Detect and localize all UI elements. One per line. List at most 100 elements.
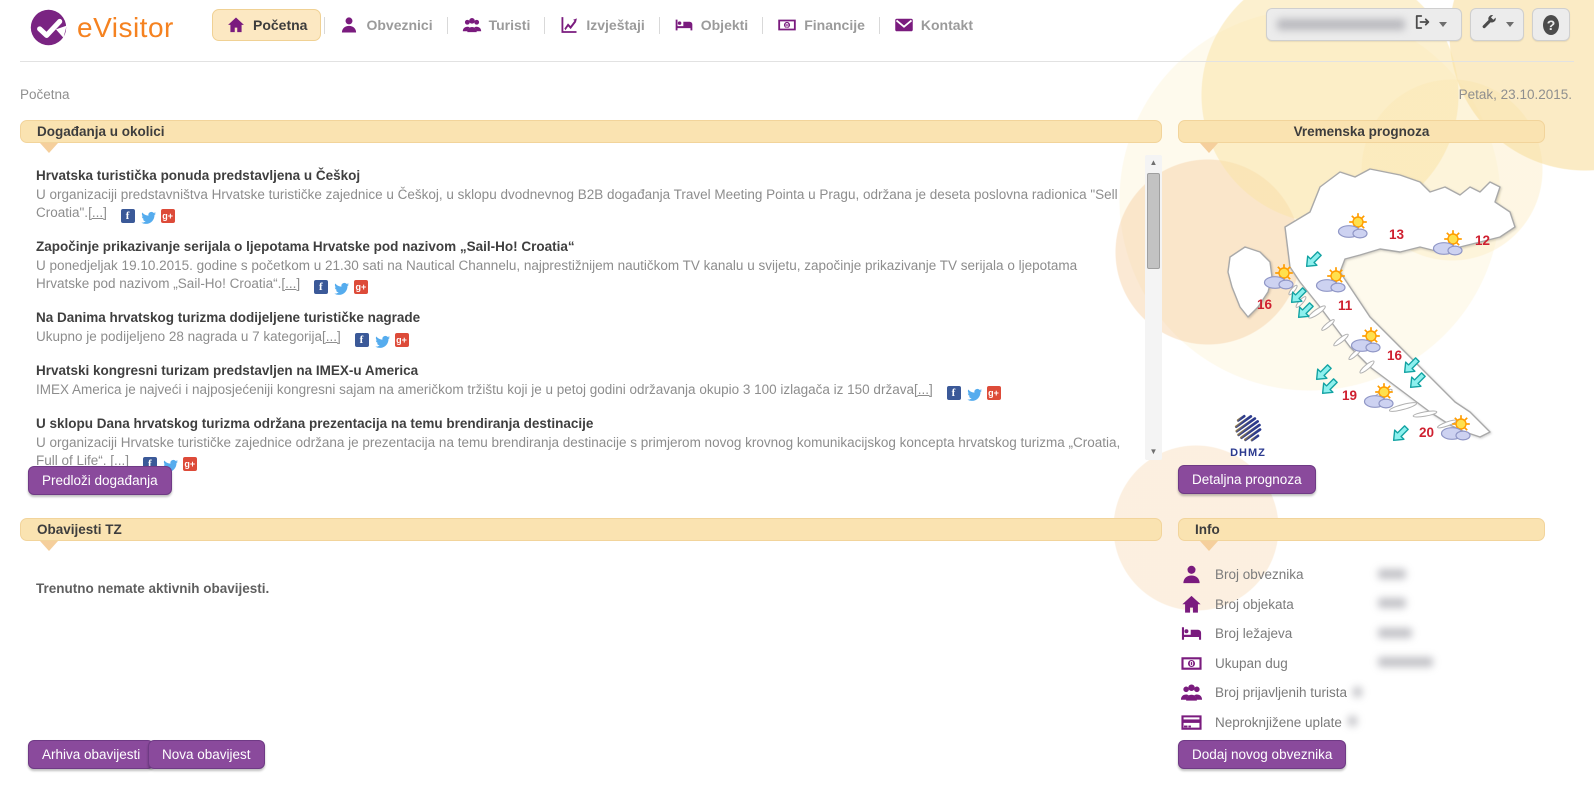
nav-item-kontakt[interactable]: Kontakt xyxy=(883,9,984,41)
nav-item-label: Turisti xyxy=(489,17,531,33)
nav-item-label: Izvještaji xyxy=(586,17,644,33)
settings-button[interactable] xyxy=(1470,8,1524,41)
chart-icon xyxy=(559,15,579,35)
googleplus-icon[interactable] xyxy=(183,457,197,471)
news-more-link[interactable]: [...] xyxy=(914,382,933,397)
news-title: Hrvatska turistička ponuda predstavljena… xyxy=(36,167,1121,185)
facebook-icon[interactable] xyxy=(355,333,369,347)
news-item: Hrvatski kongresni turizam predstavljen … xyxy=(36,362,1121,400)
add-obligor-button[interactable]: Dodaj novog obveznika xyxy=(1178,740,1346,769)
weather-panel-pointer xyxy=(1200,143,1218,153)
events-panel-title: Događanja u okolici xyxy=(37,124,165,139)
share-icons xyxy=(355,333,409,347)
news-item: Hrvatska turistička ponuda predstavljena… xyxy=(36,167,1121,223)
wind-arrow-icon xyxy=(1389,423,1411,445)
evisitor-homepage: eVisitor PočetnaObveznici Turisti Izvješta… xyxy=(0,0,1594,798)
twitter-icon[interactable] xyxy=(966,386,982,400)
googleplus-icon[interactable] xyxy=(354,280,368,294)
nav-item-label: Financije xyxy=(804,17,865,33)
news-title: U sklopu Dana hrvatskog turizma održana … xyxy=(36,415,1121,433)
events-scrollbar[interactable]: ▲ ▼ xyxy=(1145,155,1162,460)
info-row: Broj ležajeva xyxy=(1180,619,1545,649)
nav-divider xyxy=(659,17,660,34)
nav-item-label: Kontakt xyxy=(921,17,973,33)
news-title: Na Danima hrvatskog turizma dodijeljene … xyxy=(36,309,1121,327)
temperature-label: 16 xyxy=(1257,297,1273,312)
googleplus-icon[interactable] xyxy=(987,386,1001,400)
info-row-value xyxy=(1378,598,1406,608)
info-stats: Broj obveznika Broj objekata Broj ležaje… xyxy=(1180,560,1545,737)
info-row-value xyxy=(1378,569,1406,579)
main-nav: PočetnaObveznici Turisti Izvještaji Objekti… xyxy=(212,9,984,41)
events-list-region: Hrvatska turistička ponuda predstavljena… xyxy=(20,155,1162,460)
weather-panel-header: Vremenska prognoza xyxy=(1178,120,1545,143)
facebook-icon[interactable] xyxy=(121,209,135,223)
weather-map: 13121611161920 DHMZ xyxy=(1195,162,1540,460)
notices-panel-pointer xyxy=(40,541,58,551)
nav-item-obveznici[interactable]: Obveznici xyxy=(328,9,443,41)
current-date: Petak, 23.10.2015. xyxy=(1459,87,1572,102)
new-notice-button[interactable]: Nova obavijest xyxy=(148,740,265,769)
user-name-blurred xyxy=(1277,19,1405,30)
notices-archive-button[interactable]: Arhiva obavijesti xyxy=(28,740,154,769)
nav-item-financije[interactable]: 0 Financije xyxy=(766,9,876,41)
card-icon xyxy=(1180,711,1203,734)
share-icons xyxy=(314,280,368,294)
twitter-icon[interactable] xyxy=(140,209,156,223)
facebook-icon[interactable] xyxy=(947,386,961,400)
scroll-up-icon[interactable]: ▲ xyxy=(1145,155,1162,171)
people-icon xyxy=(1180,681,1203,704)
info-row-value xyxy=(1378,628,1412,638)
temperature-label: 19 xyxy=(1342,388,1357,403)
header-divider xyxy=(20,61,1574,62)
news-more-link[interactable]: [...] xyxy=(281,276,300,291)
detailed-forecast-button[interactable]: Detaljna prognoza xyxy=(1178,465,1316,494)
googleplus-icon[interactable] xyxy=(395,333,409,347)
temperature-label: 11 xyxy=(1338,298,1353,313)
info-panel-title: Info xyxy=(1195,522,1220,537)
news-item: Započinje prikazivanje serijala o ljepot… xyxy=(36,238,1121,294)
temperature-label: 13 xyxy=(1389,227,1405,242)
info-row-label: Broj prijavljenih turista xyxy=(1215,685,1347,700)
user-menu-button[interactable] xyxy=(1266,8,1462,41)
info-row: Neproknjižene uplate xyxy=(1180,708,1545,738)
wrench-icon xyxy=(1480,13,1498,36)
twitter-icon[interactable] xyxy=(374,333,390,347)
nav-item-label: Objekti xyxy=(701,17,748,33)
nav-item-izvjestaji[interactable]: Izvještaji xyxy=(548,9,655,41)
news-body: U ponedjeljak 19.10.2015. godine s počet… xyxy=(36,258,1077,291)
info-row-label: Ukupan dug xyxy=(1215,656,1288,671)
news-body: Ukupno je podijeljeno 28 nagrada u 7 kat… xyxy=(36,329,322,344)
weather-panel-title: Vremenska prognoza xyxy=(1294,124,1430,139)
nav-item-pocetna[interactable]: Početna xyxy=(212,9,321,41)
dhmz-logo: DHMZ xyxy=(1230,410,1267,459)
dhmz-label: DHMZ xyxy=(1230,447,1266,459)
wind-arrow-icon xyxy=(1312,362,1334,384)
app-logo[interactable]: eVisitor xyxy=(28,7,174,48)
suggest-events-button[interactable]: Predloži događanja xyxy=(28,466,172,495)
googleplus-icon[interactable] xyxy=(161,209,175,223)
info-panel-header: Info xyxy=(1178,518,1545,541)
scroll-down-icon[interactable]: ▼ xyxy=(1145,444,1162,460)
share-icons xyxy=(947,386,1001,400)
twitter-icon[interactable] xyxy=(333,280,349,294)
svg-text:0: 0 xyxy=(785,22,789,29)
info-row-label: Neproknjižene uplate xyxy=(1215,715,1342,730)
svg-text:0: 0 xyxy=(1190,660,1194,668)
temperature-label: 12 xyxy=(1475,233,1490,248)
info-row: 0 Ukupan dug xyxy=(1180,649,1545,679)
scrollbar-thumb[interactable] xyxy=(1147,173,1160,269)
info-row-label: Broj objekata xyxy=(1215,597,1294,612)
info-row: Broj obveznika xyxy=(1180,560,1545,590)
nav-item-turisti[interactable]: Turisti xyxy=(451,9,542,41)
people-icon xyxy=(462,15,482,35)
news-item: U sklopu Dana hrvatskog turizma održana … xyxy=(36,415,1121,471)
chevron-down-icon xyxy=(1439,22,1447,27)
events-panel-header: Događanja u okolici xyxy=(20,120,1162,143)
news-more-link[interactable]: [...] xyxy=(322,329,341,344)
facebook-icon[interactable] xyxy=(314,280,328,294)
help-button[interactable]: ? xyxy=(1532,8,1570,41)
news-more-link[interactable]: [...] xyxy=(88,205,107,220)
nav-item-objekti[interactable]: Objekti xyxy=(663,9,759,41)
evisitor-logo-icon xyxy=(28,7,69,48)
